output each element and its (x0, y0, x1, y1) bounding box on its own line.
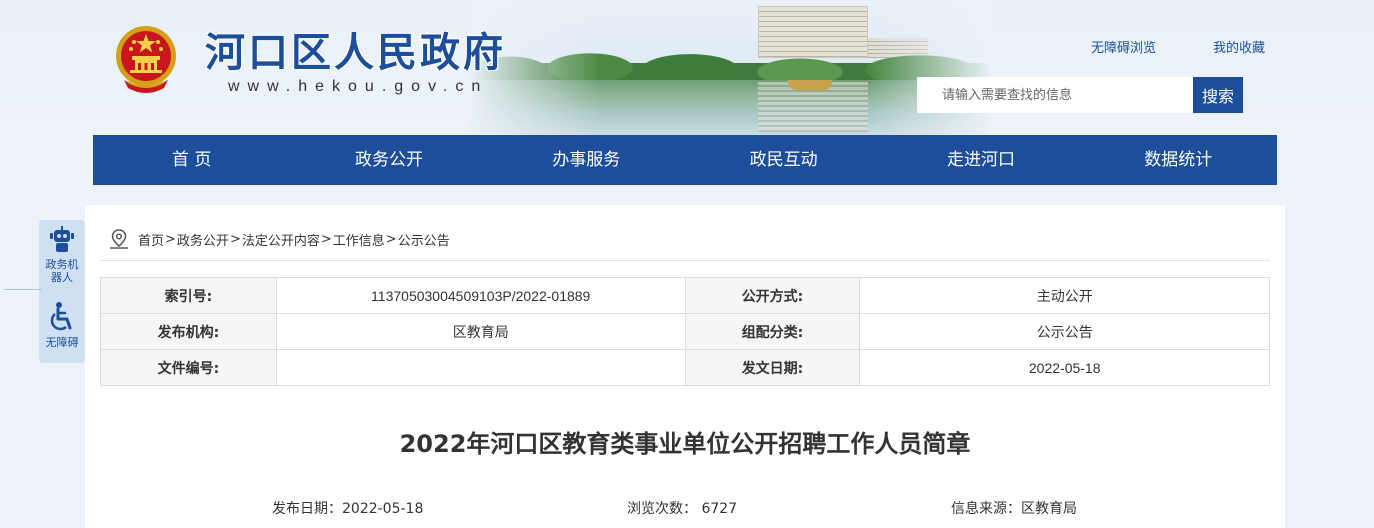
site-title[interactable]: 河口区人民政府 (205, 20, 506, 78)
accessibility-label: 无障碍 (45, 336, 79, 349)
breadcrumb-notices[interactable]: 公示公告 (398, 230, 450, 249)
breadcrumb-work-info[interactable]: 工作信息 (333, 230, 385, 249)
site-domain: www.hekou.gov.cn (228, 78, 489, 95)
breadcrumb-gov-affairs[interactable]: 政务公开 (177, 230, 229, 249)
location-pin-icon (110, 229, 128, 249)
wheelchair-icon (50, 302, 72, 331)
accessibility-button[interactable]: 无障碍 (39, 302, 85, 349)
nav-statistics[interactable]: 数据统计 (1080, 135, 1277, 185)
publish-date: 发布日期：2022-05-18 (272, 501, 424, 517)
search-button[interactable]: 搜索 (1193, 77, 1243, 113)
view-count: 浏览次数： 6727 (627, 501, 738, 517)
nav-gov-affairs[interactable]: 政务公开 (290, 135, 487, 185)
category-label: 组配分类: (684, 313, 861, 350)
robot-icon (50, 226, 74, 252)
accessible-browse-link[interactable]: 无障碍浏览 (1091, 37, 1156, 56)
doc-no-value (275, 349, 686, 386)
info-source: 信息来源：区教育局 (951, 501, 1077, 517)
breadcrumb-divider (100, 260, 1270, 261)
index-no-value: 11370503004509103P/2022-01889 (275, 277, 686, 314)
search-input[interactable] (917, 77, 1194, 113)
document-meta-table: 索引号: 11370503004509103P/2022-01889 公开方式:… (100, 277, 1270, 386)
doc-no-label: 文件编号: (100, 349, 277, 386)
main-nav: 首 页 政务公开 办事服务 政民互动 走进河口 数据统计 (93, 135, 1277, 185)
breadcrumb: 首页 > 政务公开 > 法定公开内容 > 工作信息 > 公示公告 (108, 229, 450, 249)
header-banner-image (470, 0, 990, 135)
nav-about-hekou[interactable]: 走进河口 (882, 135, 1079, 185)
breadcrumb-statutory[interactable]: 法定公开内容 (242, 230, 320, 249)
nav-interaction[interactable]: 政民互动 (685, 135, 882, 185)
my-favorites-link[interactable]: 我的收藏 (1213, 37, 1265, 56)
open-mode-value: 主动公开 (859, 277, 1270, 314)
doc-date-value: 2022-05-18 (859, 349, 1270, 386)
nav-home[interactable]: 首 页 (93, 135, 290, 185)
publisher-value: 区教育局 (275, 313, 686, 350)
nav-services[interactable]: 办事服务 (488, 135, 685, 185)
article-title: 2022年河口区教育类事业单位公开招聘工作人员简章 (399, 430, 971, 458)
publisher-label: 发布机构: (100, 313, 277, 350)
index-no-label: 索引号: (100, 277, 277, 314)
category-value: 公示公告 (859, 313, 1270, 350)
gov-robot-button[interactable]: 政务机器人 (39, 226, 85, 284)
side-toolbar-divider (4, 289, 42, 290)
open-mode-label: 公开方式: (684, 277, 861, 314)
table-row: 发布机构: 区教育局 组配分类: 公示公告 (100, 313, 1270, 350)
national-emblem-icon (116, 26, 176, 93)
doc-date-label: 发文日期: (684, 349, 861, 386)
table-row: 文件编号: 发文日期: 2022-05-18 (100, 349, 1270, 386)
table-row: 索引号: 11370503004509103P/2022-01889 公开方式:… (100, 277, 1270, 314)
breadcrumb-home[interactable]: 首页 (138, 230, 164, 249)
gov-robot-label: 政务机器人 (45, 258, 79, 284)
